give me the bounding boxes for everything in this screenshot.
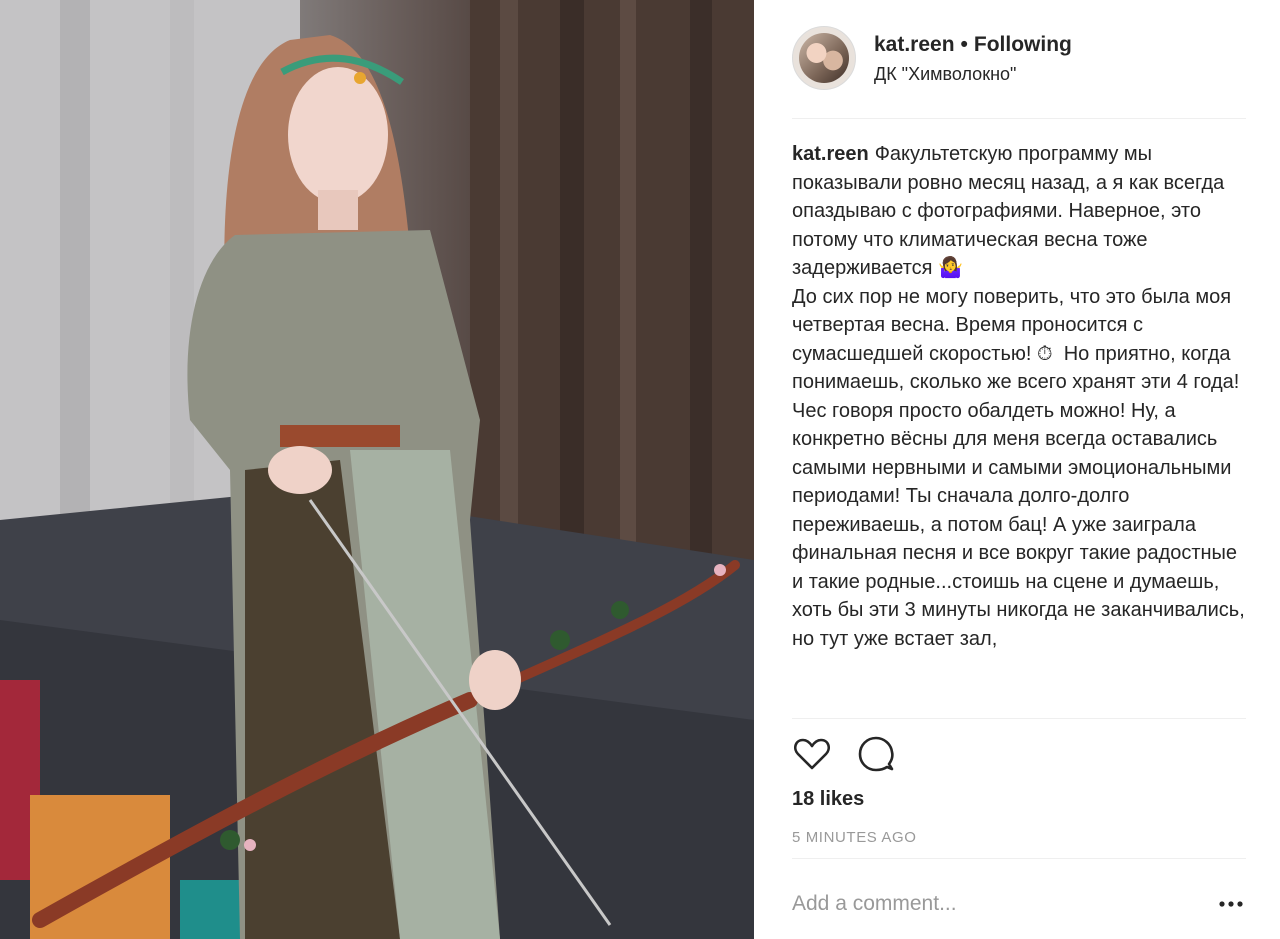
location-link[interactable]: ДК "Химволокно" — [874, 64, 1016, 85]
post-sidebar: kat.reen • Following ДК "Химволокно" kat.r… — [754, 0, 1280, 939]
comment-divider — [792, 858, 1246, 859]
username-link[interactable]: kat.reen — [874, 33, 955, 56]
avatar[interactable] — [792, 26, 856, 90]
avatar-image — [799, 33, 849, 83]
separator-dot: • — [960, 33, 968, 56]
photo-illustration — [0, 0, 754, 939]
header-divider — [792, 118, 1246, 119]
header-top-line: kat.reen • Following — [874, 33, 1072, 57]
instagram-post: kat.reen • Following ДК "Химволокно" kat.r… — [0, 0, 1280, 939]
post-timestamp: 5 MINUTES AGO — [792, 829, 917, 846]
caption: kat.reen Факультетскую программу мы показ… — [792, 140, 1246, 712]
follow-status-button[interactable]: Following — [974, 33, 1072, 56]
caption-text-block: kat.reen Факультетскую программу мы показ… — [792, 140, 1246, 653]
action-bar — [792, 734, 992, 778]
post-photo[interactable] — [0, 0, 754, 939]
comment-form — [792, 884, 1246, 924]
more-options-icon[interactable] — [1216, 892, 1246, 916]
caption-text: Факультетскую программу мы показывали ро… — [792, 143, 1245, 650]
post-header: kat.reen • Following ДК "Химволокно" — [792, 26, 1246, 96]
heart-icon[interactable] — [792, 734, 832, 774]
comment-icon[interactable] — [856, 734, 896, 774]
like-count[interactable]: 18 likes — [792, 788, 864, 811]
caption-username-link[interactable]: kat.reen — [792, 143, 869, 165]
caption-divider — [792, 718, 1246, 719]
comment-input[interactable] — [792, 888, 1192, 920]
